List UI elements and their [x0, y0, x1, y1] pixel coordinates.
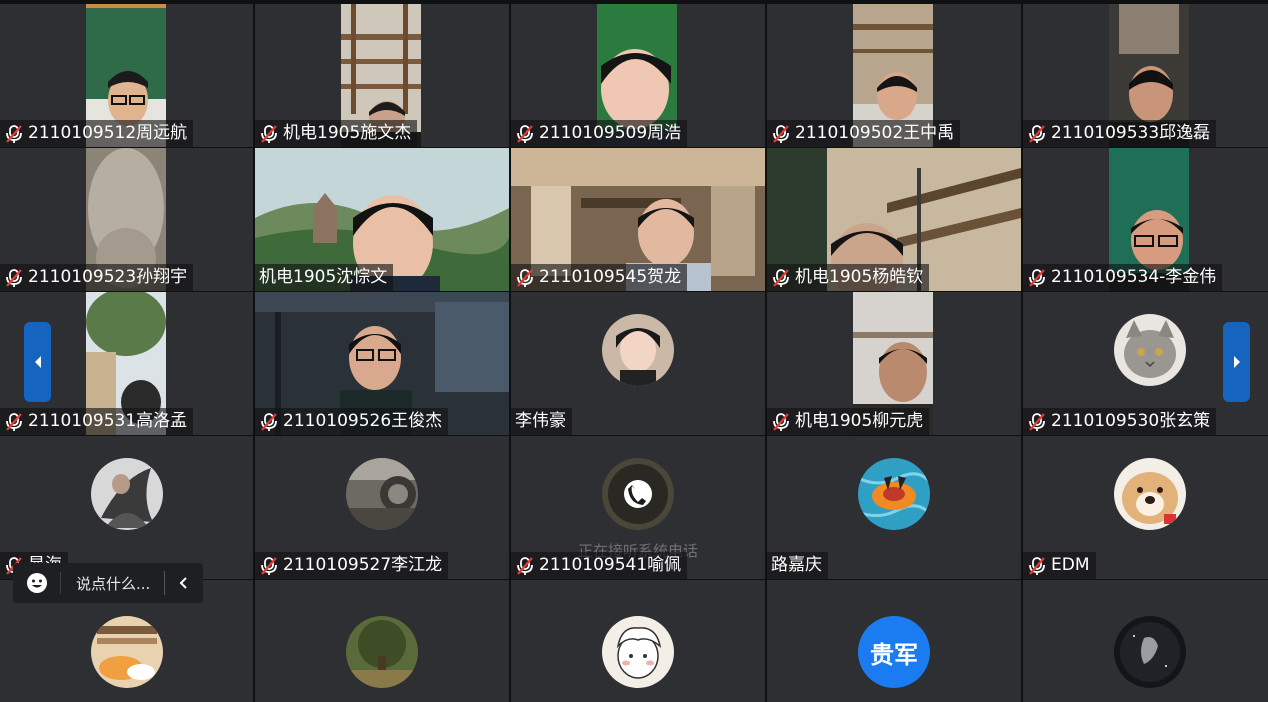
participant-name: 2110109531高洛孟	[28, 411, 188, 431]
mic-muted-icon	[1029, 412, 1045, 431]
participant-avatar	[602, 313, 674, 386]
participant-name-tag: 机电1905柳元虎	[767, 408, 930, 435]
participant-name: 2110109526王俊杰	[283, 411, 443, 431]
next-page-button[interactable]	[1223, 322, 1250, 402]
mic-muted-icon	[261, 556, 277, 575]
participant-name: 2110109545贺龙	[539, 267, 682, 287]
participant-tile[interactable]: 2110109523孙翔宇	[0, 148, 253, 291]
participant-avatar	[1113, 457, 1186, 530]
participant-name: 机电1905施文杰	[283, 123, 412, 143]
participant-name-tag: 机电1905沈悰文	[255, 264, 394, 291]
participant-name: 2110109523孙翔宇	[28, 267, 188, 287]
participant-name: 2110109527李江龙	[283, 555, 443, 575]
participant-tile[interactable]: 机电1905沈悰文	[255, 148, 509, 291]
participant-name-tag: 机电1905施文杰	[255, 120, 418, 147]
participant-tile[interactable]: 贵军	[767, 580, 1021, 702]
participant-tile[interactable]	[511, 580, 765, 702]
participant-tile[interactable]: EDM	[1023, 436, 1268, 579]
mic-muted-icon	[517, 124, 533, 143]
divider	[164, 571, 165, 595]
participant-name: 路嘉庆	[771, 555, 822, 575]
participant-name-tag: 2110109545贺龙	[511, 264, 688, 291]
participant-name-tag: EDM	[1023, 552, 1096, 579]
previous-page-button[interactable]	[24, 322, 51, 402]
mic-muted-icon	[6, 268, 22, 287]
participant-name: 机电1905沈悰文	[259, 267, 388, 287]
participant-name-tag: 2110109527李江龙	[255, 552, 449, 579]
participant-avatar	[858, 457, 930, 530]
participant-name: 2110109502王中禹	[795, 123, 955, 143]
participant-avatar	[90, 616, 163, 688]
participant-name: 机电1905杨皓钦	[795, 267, 924, 287]
participant-avatar	[346, 457, 418, 530]
participant-tile[interactable]: 2110109512周远航	[0, 4, 253, 147]
chat-input-bar[interactable]: 说点什么...	[13, 563, 203, 603]
participant-tile[interactable]: 机电1905杨皓钦	[767, 148, 1021, 291]
participant-tile[interactable]: 机电1905施文杰	[255, 4, 509, 147]
participant-avatar	[346, 616, 418, 688]
mic-muted-icon	[773, 268, 789, 287]
mic-muted-icon	[261, 124, 277, 143]
mic-muted-icon	[1029, 268, 1045, 287]
participant-name-tag: 机电1905杨皓钦	[767, 264, 930, 291]
chat-input[interactable]: 说点什么...	[76, 573, 156, 594]
mic-muted-icon	[773, 412, 789, 431]
participant-tile[interactable]: 2110109533邱逸磊	[1023, 4, 1268, 147]
participant-name: 2110109530张玄策	[1051, 411, 1211, 431]
participant-tile[interactable]: 2110109509周浩	[511, 4, 765, 147]
participant-tile[interactable]: 2110109526王俊杰	[255, 292, 509, 435]
participant-tile[interactable]: 2110109534-李金伟	[1023, 148, 1268, 291]
chevron-left-icon[interactable]	[177, 576, 191, 590]
mic-muted-icon	[517, 268, 533, 287]
participant-name: EDM	[1051, 555, 1090, 575]
participant-tile[interactable]	[255, 580, 509, 702]
participant-name-tag: 2110109523孙翔宇	[0, 264, 194, 291]
participant-tile[interactable]: 正在接听系统电话 2110109541喻佩	[511, 436, 765, 579]
participant-avatar	[602, 616, 674, 688]
participant-text-avatar: 贵军	[858, 616, 930, 688]
mic-muted-icon	[6, 412, 22, 431]
participant-tile[interactable]: 2110109502王中禹	[767, 4, 1021, 147]
participant-name-tag: 2110109541喻佩	[511, 552, 688, 579]
participant-tile[interactable]: 路嘉庆	[767, 436, 1021, 579]
participant-name-tag: 2110109502王中禹	[767, 120, 961, 147]
participant-name: 2110109509周浩	[539, 123, 682, 143]
participant-tile[interactable]: 李伟豪	[511, 292, 765, 435]
chevron-left-icon	[34, 356, 41, 368]
mic-muted-icon	[261, 412, 277, 431]
participant-tile[interactable]: 晁海	[0, 436, 253, 579]
participant-name: 2110109534-李金伟	[1051, 267, 1217, 287]
participant-name-tag: 2110109512周远航	[0, 120, 194, 147]
participant-avatar	[602, 457, 674, 530]
participant-name-tag: 2110109530张玄策	[1023, 408, 1217, 435]
participant-avatar	[90, 457, 163, 530]
participant-tile[interactable]: 2110109545贺龙	[511, 148, 765, 291]
participant-tile[interactable]: 机电1905柳元虎	[767, 292, 1021, 435]
participant-name: 李伟豪	[515, 411, 566, 431]
participant-tile[interactable]: 2110109527李江龙	[255, 436, 509, 579]
mic-muted-icon	[773, 124, 789, 143]
participant-name-tag: 路嘉庆	[767, 552, 828, 579]
emoji-icon[interactable]	[26, 572, 48, 594]
participant-name-tag: 2110109509周浩	[511, 120, 688, 147]
mic-muted-icon	[6, 124, 22, 143]
participant-tile[interactable]	[1023, 580, 1268, 702]
participant-name-tag: 2110109534-李金伟	[1023, 264, 1223, 291]
divider	[60, 572, 61, 594]
chevron-right-icon	[1233, 356, 1240, 368]
mic-muted-icon	[1029, 556, 1045, 575]
participant-name-tag: 2110109526王俊杰	[255, 408, 449, 435]
participant-name-tag: 2110109531高洛孟	[0, 408, 194, 435]
participant-name: 2110109541喻佩	[539, 555, 682, 575]
participant-avatar	[1113, 616, 1186, 688]
mic-muted-icon	[517, 556, 533, 575]
participant-name: 2110109533邱逸磊	[1051, 123, 1211, 143]
mic-muted-icon	[1029, 124, 1045, 143]
participant-name-tag: 李伟豪	[511, 408, 572, 435]
participant-name-tag: 2110109533邱逸磊	[1023, 120, 1217, 147]
participant-name: 2110109512周远航	[28, 123, 188, 143]
participant-avatar	[1113, 313, 1186, 386]
participant-name: 机电1905柳元虎	[795, 411, 924, 431]
